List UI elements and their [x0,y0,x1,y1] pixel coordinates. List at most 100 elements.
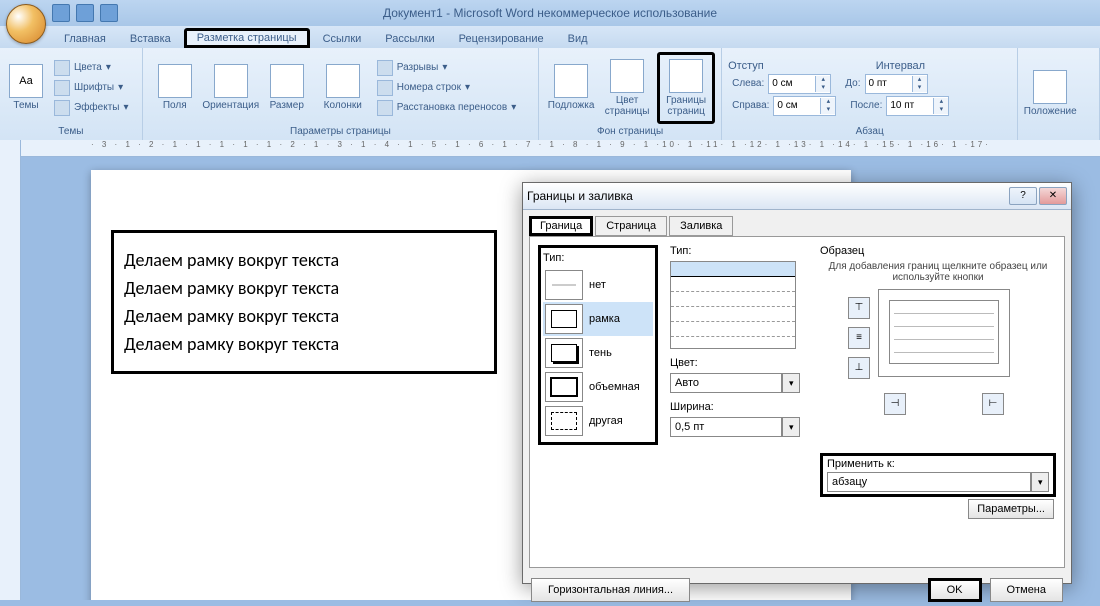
breaks-button[interactable]: Разрывы ▾ [373,59,520,77]
themes-icon: Aa [9,64,43,98]
edge-top-button[interactable]: ⊤ [848,297,870,319]
ok-button[interactable]: OK [928,578,982,602]
chevron-down-icon[interactable]: ▾ [782,373,800,393]
save-icon[interactable] [52,4,70,22]
doc-line-1[interactable]: Делаем рамку вокруг текста [124,249,484,271]
hyphenation-button[interactable]: Расстановка переносов ▾ [373,99,520,117]
type-3d[interactable]: объемная [543,370,653,404]
edge-bottom-button[interactable]: ⊥ [848,357,870,379]
horizontal-line-button[interactable]: Горизонтальная линия... [531,578,690,602]
border-type-column: Тип: нет рамка тень объемная другая [538,245,658,445]
doc-line-4[interactable]: Делаем рамку вокруг текста [124,333,484,355]
columns-button[interactable]: Колонки [317,55,369,121]
indent-right-spinner[interactable]: ▴▾ [773,96,836,116]
style-item[interactable] [671,292,795,307]
tab-references[interactable]: Ссылки [311,30,374,48]
style-item[interactable] [671,277,795,292]
borders-shading-dialog: Границы и заливка ? ✕ Граница Страница З… [522,182,1072,584]
effects-icon [54,100,70,116]
page-borders-button[interactable]: Границы страниц [657,52,715,124]
tab-mailings[interactable]: Рассылки [373,30,446,48]
preview-hint: Для добавления границ щелкните образец и… [820,261,1056,283]
preview-header: Образец [820,245,1056,257]
position-button[interactable]: Положение [1024,60,1076,126]
type-box-icon [545,304,583,334]
size-button[interactable]: Размер [261,55,313,121]
doc-line-3[interactable]: Делаем рамку вокруг текста [124,305,484,327]
group-page-label: Параметры страницы [149,125,532,138]
tab-review[interactable]: Рецензирование [447,30,556,48]
type-none[interactable]: нет [543,268,653,302]
theme-colors-button[interactable]: Цвета ▾ [50,59,133,77]
color-combo[interactable]: ▾ [670,373,800,393]
type-box[interactable]: рамка [543,302,653,336]
type-shadow[interactable]: тень [543,336,653,370]
spacing-after-label: После: [850,100,882,111]
quick-access-toolbar [52,4,118,22]
doc-line-2[interactable]: Делаем рамку вокруг текста [124,277,484,299]
dialog-footer: Горизонтальная линия... OK Отмена [523,574,1071,606]
chevron-down-icon[interactable]: ▾ [782,417,800,437]
tab-home[interactable]: Главная [52,30,118,48]
size-icon [270,64,304,98]
office-button[interactable] [6,4,46,44]
theme-fonts-button[interactable]: Шрифты ▾ [50,79,133,97]
preview-column: Образец Для добавления границ щелкните о… [820,245,1056,419]
chevron-down-icon[interactable]: ▾ [1031,472,1049,492]
undo-icon[interactable] [76,4,94,22]
spacing-before-spinner[interactable]: ▴▾ [865,74,928,94]
dialog-tab-border[interactable]: Граница [529,216,593,236]
style-item[interactable] [671,322,795,337]
dialog-close-button[interactable]: ✕ [1039,187,1067,205]
orientation-button[interactable]: Ориентация [205,55,257,121]
vertical-ruler[interactable] [0,140,21,600]
apply-to-header: Применить к: [827,458,1049,470]
preview-box[interactable] [878,289,1010,377]
tab-view[interactable]: Вид [556,30,600,48]
themes-button[interactable]: AaТемы [6,55,46,121]
line-numbers-button[interactable]: Номера строк ▾ [373,79,520,97]
style-item[interactable] [671,307,795,322]
style-listbox[interactable] [670,261,796,349]
cancel-button[interactable]: Отмена [990,578,1063,602]
orientation-icon [214,64,248,98]
line-numbers-icon [377,80,393,96]
spacing-before-label: До: [845,78,860,89]
redo-icon[interactable] [100,4,118,22]
edge-right-button[interactable]: ⊢ [982,393,1004,415]
dialog-titlebar[interactable]: Границы и заливка ? ✕ [523,183,1071,210]
dialog-help-button[interactable]: ? [1009,187,1037,205]
watermark-button[interactable]: Подложка [545,55,597,121]
indent-left-label: Слева: [732,78,764,89]
edge-left-button[interactable]: ⊣ [884,393,906,415]
fonts-label: Шрифты [74,82,114,93]
options-button[interactable]: Параметры... [968,499,1054,519]
tab-insert[interactable]: Вставка [118,30,183,48]
tab-page-layout[interactable]: Разметка страницы [184,28,310,48]
indent-header: Отступ [728,60,764,72]
border-style-column: Тип: Цвет: ▾ Ширина: ▾ [670,245,800,437]
indent-left-spinner[interactable]: ▴▾ [768,74,831,94]
style-item-solid[interactable] [671,262,795,277]
indent-right-label: Справа: [732,100,769,111]
horizontal-ruler[interactable]: · 3 · 1 · 2 · 1 · 1 · 1 · 1 · 1 · 2 · 1 … [21,140,1100,157]
hyphenation-icon [377,100,393,116]
dialog-title-text: Границы и заливка [527,189,633,203]
type-none-icon [545,270,583,300]
page-color-icon [610,59,644,93]
group-arrange-label [1024,136,1093,138]
theme-effects-button[interactable]: Эффекты ▾ [50,99,133,117]
apply-to-combo[interactable]: ▾ [827,472,1049,492]
line-numbers-label: Номера строк [397,82,461,93]
dialog-tab-page[interactable]: Страница [595,216,667,236]
ribbon-tabs: Главная Вставка Разметка страницы Ссылки… [0,26,1100,48]
group-para-label: Абзац [728,125,1011,138]
dialog-tab-shading[interactable]: Заливка [669,216,733,236]
spacing-after-spinner[interactable]: ▴▾ [886,96,949,116]
margins-button[interactable]: Поля [149,55,201,121]
page-color-button[interactable]: Цвет страницы [601,55,653,121]
edge-middle-button[interactable]: ≡ [848,327,870,349]
type-custom[interactable]: другая [543,404,653,438]
width-combo[interactable]: ▾ [670,417,800,437]
document-text-frame: Делаем рамку вокруг текста Делаем рамку … [111,230,497,374]
